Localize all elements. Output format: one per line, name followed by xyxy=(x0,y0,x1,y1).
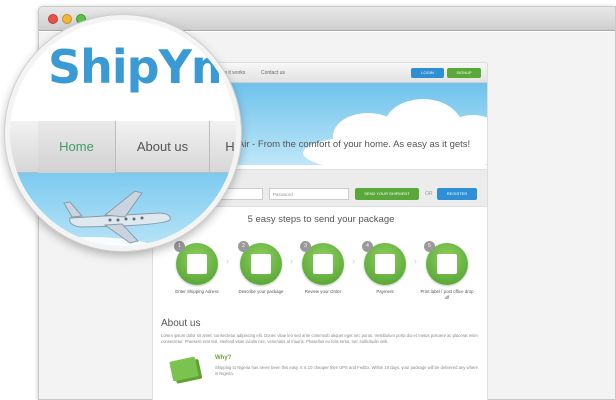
or-separator: OR xyxy=(425,191,433,197)
step-label: Review your Order xyxy=(304,289,342,294)
review-screen-icon xyxy=(313,254,333,274)
step-number: 4 xyxy=(362,241,373,252)
close-window-button[interactable] xyxy=(48,14,58,24)
magnifier-lens: ShipYmi Home About us H xyxy=(5,15,241,251)
tab-partial[interactable]: H xyxy=(210,121,236,173)
login-button[interactable]: LOGIN xyxy=(411,68,444,78)
step-3[interactable]: 3 Review your Order xyxy=(295,241,351,295)
why-heading: Why? xyxy=(215,355,232,361)
password-field[interactable]: Password xyxy=(269,188,349,200)
about-text: Lorem ipsum dolor sit amet, consectetur … xyxy=(161,333,478,344)
printer-icon xyxy=(437,254,457,274)
chevron-right-icon: › xyxy=(414,256,417,266)
step-circle: 1 xyxy=(174,241,218,285)
step-4[interactable]: 4 Payment xyxy=(357,241,413,295)
send-shipment-button[interactable]: SEND YOUR SHIPMENT xyxy=(355,188,419,200)
step-label: Enter Shipping Adress xyxy=(175,289,219,294)
minimize-window-button[interactable] xyxy=(62,14,72,24)
step-circle: 5 xyxy=(424,241,468,285)
signup-button[interactable]: SIGNUP xyxy=(447,68,481,78)
package-grid-icon xyxy=(251,254,271,274)
step-number: 2 xyxy=(238,241,249,252)
step-circle: 3 xyxy=(300,241,344,285)
register-button[interactable]: REGISTER xyxy=(437,188,477,200)
money-icon xyxy=(169,356,199,382)
step-number: 3 xyxy=(300,241,311,252)
step-5[interactable]: 5 Print label / post office drop off xyxy=(419,241,475,301)
tab-home[interactable]: Home xyxy=(38,121,116,173)
main-navigation: Home About us H xyxy=(10,121,236,173)
nav-link-contact[interactable]: Contact us xyxy=(261,70,285,76)
why-text: Shipping to Nigeria has never been this … xyxy=(215,365,478,376)
brand-logo: ShipYmi xyxy=(48,40,241,94)
step-label: Describe your package xyxy=(238,289,284,294)
step-label: Print label / post office drop off xyxy=(420,289,474,300)
stage: mi How it works Contact us LOGIN SIGNUP … xyxy=(0,0,616,400)
step-circle: 2 xyxy=(238,241,282,285)
step-number: 5 xyxy=(424,241,435,252)
brand-logo-text: ShipYmi xyxy=(48,40,241,94)
chevron-right-icon: › xyxy=(352,256,355,266)
step-2[interactable]: 2 Describe your package xyxy=(233,241,289,295)
step-label: Payment xyxy=(376,289,394,294)
about-heading: About us xyxy=(161,318,201,329)
hero-sky-zoomed xyxy=(10,173,236,246)
step-1[interactable]: 1 Enter Shipping Adress xyxy=(169,241,225,295)
airplane-icon xyxy=(24,190,184,246)
send-box-icon xyxy=(187,254,207,274)
chevron-right-icon: › xyxy=(290,256,293,266)
hero-tagline: y Air - From the comfort of your home. A… xyxy=(231,139,471,150)
step-circle: 4 xyxy=(362,241,406,285)
payment-card-icon xyxy=(375,254,395,274)
chevron-right-icon: › xyxy=(226,256,229,266)
tab-about-us[interactable]: About us xyxy=(116,121,210,173)
